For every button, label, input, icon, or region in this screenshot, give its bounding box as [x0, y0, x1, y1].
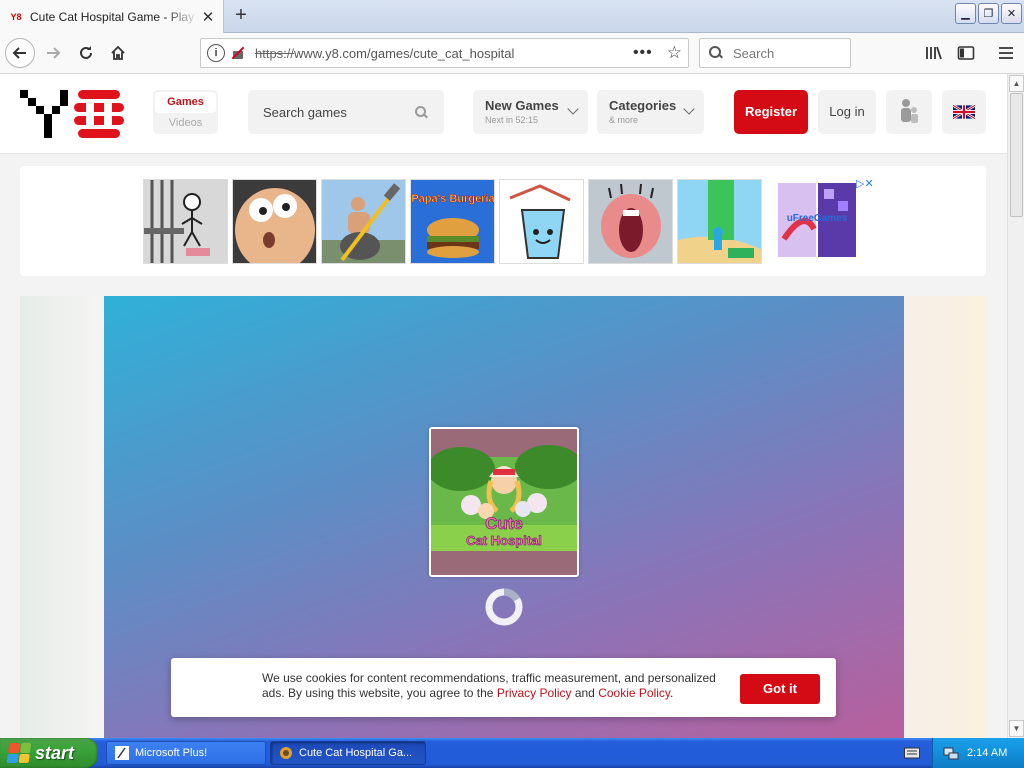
new-games-countdown: Next in 52:15: [485, 115, 539, 125]
system-tray: 2:14 AM: [932, 738, 1024, 768]
minimize-button[interactable]: ▁: [955, 3, 976, 24]
categories-dropdown[interactable]: Categories & more: [597, 90, 704, 134]
sidebar-icon: [957, 46, 975, 60]
scroll-up-icon[interactable]: ▲: [1009, 75, 1024, 92]
game-title-line2: Cat Hospital: [466, 533, 542, 548]
library-icon: [926, 46, 942, 60]
privacy-policy-link[interactable]: Privacy Policy: [497, 686, 572, 700]
loading-spinner-icon: [485, 588, 523, 626]
reload-button[interactable]: [71, 38, 101, 68]
home-button[interactable]: [103, 38, 133, 68]
browser-search-placeholder: Search: [733, 45, 775, 61]
home-icon: [111, 45, 125, 60]
restore-button[interactable]: ❐: [978, 3, 999, 24]
got-it-button[interactable]: Got it: [740, 674, 820, 704]
url-path: www.y8.com/games/cute_cat_hospital: [294, 45, 515, 61]
ad-tiles: Papa's Burgeria: [143, 179, 762, 264]
sidebar-button[interactable]: [954, 41, 978, 65]
window-controls: ▁ ❐ ✕: [955, 3, 1022, 24]
ad-tile-mouth[interactable]: [588, 179, 673, 264]
reload-icon: [80, 46, 92, 59]
bookmark-star-icon[interactable]: ☆: [667, 43, 682, 63]
back-button[interactable]: [5, 38, 35, 68]
categories-label: Categories: [609, 98, 677, 113]
page-viewport: Games Videos Search games New Games Next…: [0, 74, 1007, 738]
taskbar-item-browser[interactable]: Cute Cat Hospital Ga...: [270, 741, 426, 765]
page-actions-icon[interactable]: •••: [633, 44, 653, 62]
ad-tile-burger-text: Papa's Burgeria: [411, 193, 495, 205]
game-thumbnail: Cute Cat Hospital: [429, 427, 579, 577]
scroll-thumb[interactable]: [1010, 93, 1023, 217]
register-button[interactable]: Register: [734, 90, 808, 134]
hamburger-menu-icon: [999, 47, 1013, 59]
y8-logo[interactable]: [20, 90, 124, 138]
site-header: Games Videos Search games New Games Next…: [0, 74, 1007, 154]
library-button[interactable]: [922, 41, 946, 65]
browser-search-bar[interactable]: Search: [699, 38, 851, 68]
browser-tab-strip: Y8 Cute Cat Hospital Game - Play online …: [0, 0, 1024, 33]
categories-sub: & more: [609, 115, 639, 125]
games-videos-toggle: Games Videos: [153, 90, 218, 134]
tab-close-icon[interactable]: ✕: [199, 8, 217, 26]
cookie-policy-link[interactable]: Cookie Policy: [598, 686, 670, 700]
browser-tab-active[interactable]: Y8 Cute Cat Hospital Game - Play online …: [0, 0, 224, 33]
url-bar[interactable]: i https://www.y8.com/games/cute_cat_hosp…: [200, 38, 689, 68]
login-button[interactable]: Log in: [818, 90, 876, 134]
insecure-lock-icon[interactable]: [231, 45, 245, 61]
language-button[interactable]: [942, 90, 986, 134]
taskbar-item-label: Microsoft Plus!: [135, 747, 208, 759]
close-window-button[interactable]: ✕: [1001, 3, 1022, 24]
start-label: start: [35, 742, 75, 763]
start-button[interactable]: start: [0, 738, 98, 768]
search-icon[interactable]: [415, 105, 428, 119]
windows-taskbar: start Microsoft Plus! Cute Cat Hospital …: [0, 738, 1024, 768]
cookie-message: We use cookies for content recommendatio…: [262, 671, 732, 701]
ad-ufreegames-text: uFreeGames: [787, 213, 848, 224]
ad-tile-happy-glass[interactable]: [499, 179, 584, 264]
vertical-scrollbar[interactable]: ▲ ▼: [1007, 74, 1024, 738]
forward-button[interactable]: [38, 38, 68, 68]
new-tab-button[interactable]: +: [230, 5, 252, 27]
ad-tile-papas-burgeria[interactable]: Papa's Burgeria: [410, 179, 495, 264]
browser-window-icon: [280, 747, 292, 759]
y8-favicon-icon: Y8: [10, 11, 22, 22]
new-games-dropdown[interactable]: New Games Next in 52:15: [473, 90, 588, 134]
cookie-end: .: [670, 686, 674, 700]
cookie-and: and: [571, 686, 599, 700]
site-search-input[interactable]: Search games: [248, 90, 444, 134]
ad-tile-stack-runner[interactable]: [677, 179, 762, 264]
ad-ufreegames[interactable]: uFreeGames: [778, 179, 856, 261]
ad-tile-hammer-climber[interactable]: [321, 179, 406, 264]
url-protocol: https://: [255, 45, 295, 61]
parents-button[interactable]: [886, 90, 932, 134]
search-icon: [709, 46, 723, 60]
windows-logo-icon: [6, 743, 32, 763]
uk-flag-icon: [953, 105, 975, 119]
page-info-icon[interactable]: i: [207, 44, 225, 62]
new-games-label: New Games: [485, 98, 559, 113]
browser-navbar: i https://www.y8.com/games/cute_cat_hosp…: [0, 33, 1024, 74]
cookie-consent-banner: We use cookies for content recommendatio…: [171, 658, 836, 717]
ad-tile-cartoon-face[interactable]: [232, 179, 317, 264]
parent-child-icon: [901, 99, 918, 123]
game-title-line1: Cute: [485, 514, 523, 533]
taskbar-item-microsoft-plus[interactable]: Microsoft Plus!: [106, 741, 266, 765]
site-search-placeholder: Search games: [263, 104, 347, 120]
url-text[interactable]: https://www.y8.com/games/cute_cat_hospit…: [255, 46, 633, 61]
forward-arrow-icon: [47, 47, 61, 59]
menu-button[interactable]: [994, 41, 1018, 65]
back-arrow-icon: [12, 47, 26, 59]
ad-close-icon[interactable]: ▷✕: [856, 177, 874, 190]
ad-tile-stickman[interactable]: [143, 179, 228, 264]
tab-title: Cute Cat Hospital Game - Play online: [30, 9, 199, 24]
keyboard-icon[interactable]: [904, 746, 920, 760]
games-tab[interactable]: Games: [155, 92, 216, 113]
scroll-down-icon[interactable]: ▼: [1009, 720, 1024, 737]
ad-banner: Papa's Burgeria uFreeGames ▷✕: [20, 166, 986, 276]
pen-icon: [115, 746, 129, 760]
videos-tab[interactable]: Videos: [153, 114, 218, 132]
taskbar-item-label: Cute Cat Hospital Ga...: [299, 747, 413, 759]
network-icon[interactable]: [943, 745, 959, 761]
clock: 2:14 AM: [967, 747, 1008, 759]
